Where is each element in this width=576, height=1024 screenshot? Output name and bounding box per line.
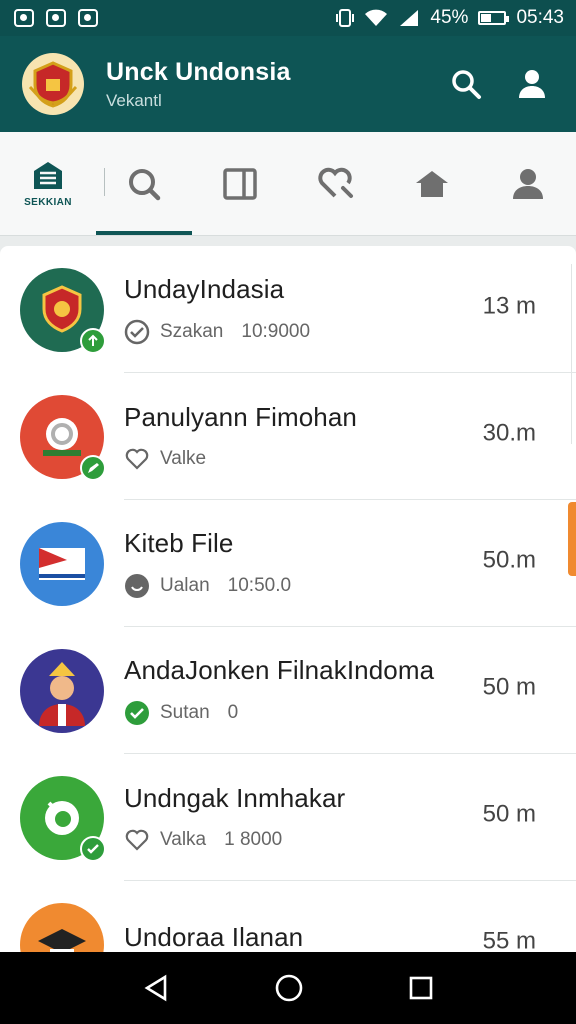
smile-icon	[125, 574, 149, 598]
shield-icon	[43, 417, 81, 456]
notification-icons	[14, 9, 98, 27]
check-badge-icon	[80, 835, 106, 862]
list-item[interactable]: Panulyann Fimohan Valke 30.m	[0, 373, 576, 500]
item-distance: 50.m	[482, 546, 536, 574]
clock: 05:43	[516, 7, 564, 28]
avatar	[20, 902, 104, 952]
item-meta-value: 10:9000	[241, 321, 311, 342]
place-list: UndayIndasia Szakan 10:9000 13 m Panulya…	[0, 246, 576, 952]
tab-search[interactable]	[96, 132, 192, 235]
search-button[interactable]	[444, 62, 488, 106]
item-distance: 30.m	[482, 419, 536, 447]
search-icon	[452, 70, 481, 99]
app-title: Unck Undonsia	[106, 57, 291, 86]
list-item[interactable]: Undngak Inmhakar Valka 1 8000 50 m	[0, 754, 576, 881]
status-bar: 45% 05:43	[0, 0, 576, 36]
app-logo	[22, 53, 84, 115]
notification-app-icon	[14, 9, 34, 27]
app-subtitle: Vekantl	[106, 90, 162, 110]
item-meta: Szakan	[160, 321, 224, 342]
back-icon[interactable]	[141, 973, 171, 1003]
notification-gallery-icon	[78, 9, 98, 27]
item-distance: 13 m	[482, 292, 536, 320]
heart-outline-icon	[125, 829, 149, 851]
home-circle-icon[interactable]	[274, 973, 304, 1003]
item-meta: Valka	[160, 829, 207, 850]
app-bar: Unck Undonsia Vekantl	[0, 36, 576, 132]
tab-places[interactable]	[384, 132, 480, 235]
avatar	[20, 648, 104, 733]
check-circle-icon	[124, 319, 150, 345]
tab-label: SEKKIAN	[24, 197, 72, 208]
list-item[interactable]: AndaJonken FilnakIndoma Sutan 0 50 m	[0, 627, 576, 754]
emblem-icon	[42, 284, 82, 333]
battery-icon	[478, 11, 510, 25]
home-icon	[416, 170, 448, 197]
avatar	[20, 775, 106, 862]
badge-icon	[80, 327, 106, 354]
edit-badge-icon	[80, 454, 106, 481]
tab-profile[interactable]	[480, 132, 576, 235]
tab-documents[interactable]	[192, 132, 288, 235]
item-meta-value: 0	[227, 702, 239, 723]
vibrate-icon	[336, 9, 355, 27]
list-item[interactable]: Kiteb File Ualan 10:50.0 50.m	[0, 500, 576, 627]
item-meta: Valke	[160, 448, 207, 469]
avatar	[20, 267, 106, 354]
item-distance: 50 m	[482, 673, 536, 701]
avatar	[20, 394, 106, 481]
check-circle-green-icon	[125, 701, 149, 725]
item-meta-value: 1 8000	[224, 829, 283, 850]
system-nav-bar	[0, 952, 576, 1024]
battery-percent: 45%	[430, 7, 469, 28]
item-distance: 55 m	[482, 927, 536, 952]
item-meta-value: 10:50.0	[227, 575, 292, 596]
list-item[interactable]: Undoraa Ilanan 55 m	[0, 881, 576, 952]
item-distance: 50 m	[482, 800, 536, 828]
notification-camera-icon	[46, 9, 66, 27]
building-icon	[34, 162, 62, 189]
item-meta: Ualan	[160, 575, 210, 596]
tab-home[interactable]: SEKKIAN	[0, 132, 96, 235]
search-icon	[129, 168, 161, 200]
person-icon	[519, 70, 545, 98]
profile-button[interactable]	[510, 62, 554, 106]
heart-outline-icon	[125, 448, 149, 470]
heart-search-icon	[318, 167, 353, 198]
list-item[interactable]: UndayIndasia Szakan 10:9000 13 m	[0, 246, 576, 373]
person-icon	[513, 168, 543, 199]
document-icon	[223, 167, 257, 200]
wifi-icon	[365, 9, 388, 26]
signal-icon	[400, 10, 419, 26]
avatar	[20, 521, 104, 606]
flag-icon	[39, 547, 85, 580]
tab-favorites[interactable]	[288, 132, 384, 235]
recents-icon[interactable]	[407, 974, 435, 1002]
phone-app-icon	[45, 800, 79, 835]
person-portrait-icon	[39, 661, 85, 726]
tab-bar: SEKKIAN	[0, 132, 576, 236]
graduation-cap-icon	[38, 928, 86, 952]
item-meta: Sutan	[160, 702, 210, 723]
